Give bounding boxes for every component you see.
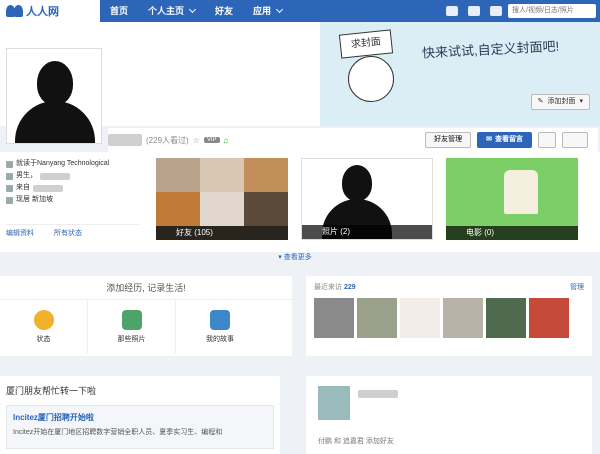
nav-home[interactable]: 首页 [100, 0, 138, 22]
feed-name-blurred [358, 390, 398, 398]
cover-illustration: 求封面 快来试试,自定义封面吧! ✎ 添加封面 ▾ [320, 22, 600, 126]
chevron-down-icon: ▾ [579, 98, 583, 105]
photo-silhouette-head [342, 165, 372, 201]
profile-name-row: (229人看过) ☆ VIP ♫ 好友管理 ✉ 查看留言 [108, 128, 598, 152]
movies-count-label: 电影 (0) [446, 226, 578, 240]
visitor-count: 229 [343, 284, 356, 291]
photos-action[interactable]: 那些照片 [88, 300, 176, 354]
info-school: 就读于Nanyang Technological [6, 158, 140, 170]
nav-apps[interactable]: 应用 [243, 0, 292, 22]
chevron-down-icon [188, 5, 197, 14]
all-status-link[interactable]: 所有状态 [54, 228, 82, 238]
profile-name-blurred [108, 134, 142, 146]
shared-post-title[interactable]: Incitez厦门招聘开始啦 [13, 412, 267, 423]
visitor-avatar[interactable] [314, 298, 354, 338]
top-nav-bar: 人人网 首页 个人主页 好友 应用 [0, 0, 600, 22]
friend-manage-button[interactable]: 好友管理 [425, 132, 472, 148]
cover-tagline: 快来试试,自定义封面吧! [421, 38, 560, 61]
renren-logo-icon [6, 5, 24, 17]
popcorn-icon [504, 170, 538, 214]
story-book-icon [210, 310, 230, 330]
record-title: 添加经历, 记录生活! [0, 276, 292, 300]
visitor-thumbs [306, 298, 592, 338]
profile-actions: 好友管理 ✉ 查看留言 [425, 132, 588, 148]
photos-tile[interactable]: 照片 (2) [301, 158, 433, 240]
add-cover-button[interactable]: ✎ 添加封面 ▾ [530, 94, 590, 110]
main-nav: 首页 个人主页 好友 应用 [100, 0, 292, 22]
photos-count-label: 照片 (2) [302, 225, 432, 239]
record-actions: 状态 那些照片 我的故事 [0, 300, 292, 354]
friend-requests-icon[interactable] [468, 6, 480, 16]
home-icon [6, 184, 13, 192]
info-gender: 男生， [6, 170, 140, 182]
feed-activity-card: 付鹏 和 追嘉君 添加好友 [306, 376, 592, 454]
shared-post[interactable]: Incitez厦门招聘开始啦 Incitez开始在厦门地区招聘数字营销全职人员、… [6, 405, 274, 449]
info-hometown: 来自 [6, 182, 140, 194]
cartoon-face [348, 56, 394, 102]
logo-text: 人人网 [26, 6, 59, 18]
avatar-head [37, 61, 73, 105]
friends-count-label: 好友 (105) [156, 226, 288, 240]
feed-post-card: 厦门朋友帮忙转一下啦 Incitez厦门招聘开始啦 Incitez开始在厦门地区… [0, 376, 280, 454]
nav-profile[interactable]: 个人主页 [138, 0, 205, 22]
gender-icon [6, 172, 13, 180]
star-icon[interactable]: ☆ [193, 136, 200, 145]
friend-photo [244, 158, 288, 192]
see-more-link[interactable]: ▾ 查看更多 [260, 252, 330, 262]
visitor-avatar[interactable] [357, 298, 397, 338]
nav-friends[interactable]: 好友 [205, 0, 243, 22]
movies-tile[interactable]: 电影 (0) [446, 158, 578, 240]
visitor-avatar[interactable] [400, 298, 440, 338]
music-icon[interactable]: ♫ [223, 136, 229, 145]
friend-photo [156, 192, 200, 226]
top-icons [446, 6, 502, 16]
view-count: (229人看过) [146, 135, 189, 145]
visitor-avatar[interactable] [443, 298, 483, 338]
vip-badge[interactable]: VIP [203, 137, 220, 143]
friends-tile[interactable]: 好友 (105) [156, 158, 288, 240]
record-card: 添加经历, 记录生活! 状态 那些照片 我的故事 [0, 276, 292, 356]
messages-icon[interactable] [446, 6, 458, 16]
camera-icon [121, 310, 142, 330]
pencil-icon: ✎ [537, 98, 544, 105]
blurred-text [33, 184, 63, 192]
info-location: 现居 新加坡 [6, 194, 140, 206]
search-input[interactable] [508, 4, 596, 18]
visitor-avatar[interactable] [486, 298, 526, 338]
notifications-icon[interactable] [490, 6, 502, 16]
story-action[interactable]: 我的故事 [176, 300, 264, 354]
friend-photo [156, 158, 200, 192]
visitors-label-group: 最近来访 229 [314, 284, 356, 291]
manage-visitors-link[interactable]: 管理 [570, 282, 584, 292]
feed-avatar[interactable] [318, 386, 350, 420]
recent-visitors-card: 最近来访 229 管理 [306, 276, 592, 356]
blurred-text [40, 172, 70, 180]
avatar-body [15, 101, 95, 143]
gear-icon[interactable] [562, 132, 588, 148]
chevron-down-icon [276, 5, 284, 14]
view-messages-button[interactable]: ✉ 查看留言 [477, 132, 532, 148]
feed-post-heading: 厦门朋友帮忙转一下啦 [6, 386, 97, 396]
visitor-avatar[interactable] [529, 298, 569, 338]
info-links: 编辑资料 所有状态 [6, 224, 140, 238]
shared-post-body: Incitez开始在厦门地区招聘数字营销全职人员、夏季实习生、编程和 [13, 429, 223, 436]
visitors-header: 最近来访 229 管理 [306, 276, 592, 298]
message-icon: ✉ [486, 136, 492, 143]
profile-avatar[interactable] [6, 48, 102, 144]
school-icon [6, 160, 13, 168]
chat-bubble-icon [33, 310, 54, 330]
edit-profile-link[interactable]: 编辑资料 [6, 228, 34, 238]
status-action[interactable]: 状态 [0, 300, 88, 354]
gift-icon[interactable] [538, 132, 556, 148]
friend-photo [200, 192, 244, 226]
renren-logo[interactable]: 人人网 [0, 0, 100, 22]
feed-activity-line: 付鹏 和 追嘉君 添加好友 [318, 438, 394, 445]
friend-photo [244, 192, 288, 226]
cover-sign: 求封面 [338, 29, 394, 59]
location-icon [6, 196, 13, 204]
friend-photo [200, 158, 244, 192]
